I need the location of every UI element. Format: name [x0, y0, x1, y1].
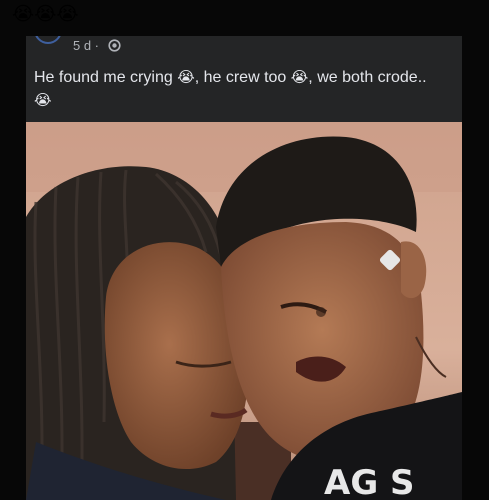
- post-timestamp[interactable]: 5 d ·: [73, 38, 99, 54]
- post-text-part-3: , we both crode..: [308, 69, 427, 86]
- post-text: He found me crying 😭, he crew too 😭, we …: [34, 66, 444, 112]
- facebook-post: 5 d · He found me crying 😭, he crew too …: [26, 36, 462, 500]
- avatar[interactable]: [34, 36, 62, 44]
- photo-illustration: AG S: [26, 122, 462, 500]
- post-text-part-2: , he crew too: [194, 69, 291, 86]
- post-text-part-1: He found me crying: [34, 69, 178, 86]
- crying-emoji-2: 😭: [290, 68, 309, 86]
- globe-icon: [108, 39, 121, 52]
- post-photo[interactable]: AG S: [26, 122, 462, 500]
- shirt-print-text: AG S: [324, 463, 415, 500]
- post-meta: 5 d ·: [26, 36, 462, 58]
- crying-emoji-3: 😭: [34, 91, 52, 109]
- crying-emoji-1: 😭: [177, 68, 195, 86]
- crying-emojis: 😭😭😭: [12, 3, 79, 25]
